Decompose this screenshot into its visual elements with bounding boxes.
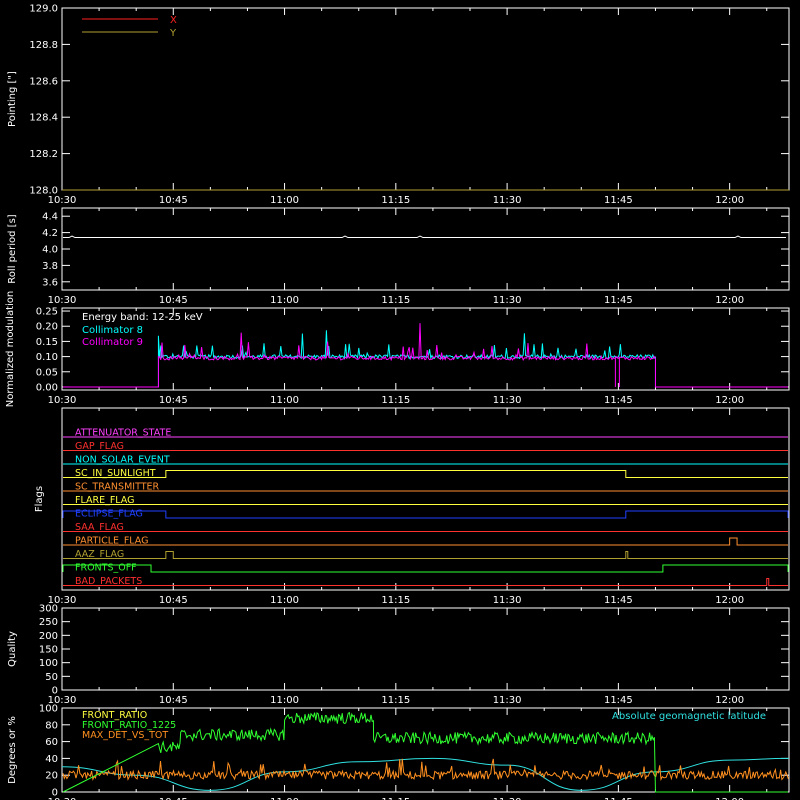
flag-label: BAD_PACKETS: [75, 576, 142, 587]
flags-x-tick-label: 11:45: [604, 595, 633, 606]
modulation-x-tick-label: 10:30: [48, 395, 77, 406]
roll_period-y-tick-label: 4.4: [42, 212, 58, 223]
ratios-y-tick-label: 40: [45, 754, 58, 765]
flag-label: GAP_FLAG: [75, 441, 124, 452]
ratios-y-axis-label: Degrees or %: [7, 716, 18, 784]
modulation-x-tick-label: 11:30: [493, 395, 522, 406]
quality-x-tick-label: 11:30: [493, 695, 522, 706]
pointing-legend-entry: X: [170, 15, 177, 26]
flags-x-tick-label: 11:15: [381, 595, 410, 606]
modulation-x-tick-label: 11:00: [270, 395, 299, 406]
roll_period-x-tick-label: 11:00: [270, 295, 299, 306]
roll_period-x-tick-label: 12:00: [715, 295, 744, 306]
multi-panel-figure: 10:30 10:45 11:00 11:15 11:30 11:45 12:00 128.0…: [0, 0, 800, 800]
roll_period-x-tick-label: 10:30: [48, 295, 77, 306]
modulation-y-tick-label: 0.05: [36, 367, 58, 378]
modulation-x-tick-label: 11:45: [604, 395, 633, 406]
pointing-legend-entry: Y: [169, 28, 177, 39]
pointing-y-axis-label: Pointing ["]: [7, 71, 18, 127]
pointing-x-tick-label: 11:00: [270, 195, 299, 206]
quality-y-tick-label: 200: [39, 631, 58, 642]
roll_period-y-tick-label: 3.8: [42, 261, 58, 272]
quality-x-tick-label: 11:15: [381, 695, 410, 706]
flag-label: PARTICLE_FLAG: [75, 536, 148, 547]
pointing-x-tick-label: 10:45: [159, 195, 188, 206]
modulation-x-tick-label: 12:00: [715, 395, 744, 406]
modulation-x-tick-label: 10:45: [159, 395, 188, 406]
pointing-x-tick-label: 11:30: [493, 195, 522, 206]
pointing-x-tick-label: 12:00: [715, 195, 744, 206]
modulation-legend-entry: Collimator 9: [82, 337, 143, 348]
pointing-y-tick-label: 128.8: [29, 40, 58, 51]
pointing-y-tick-label: 128.0: [29, 186, 58, 197]
flag-label: AAZ_FLAG: [75, 549, 124, 560]
quality-x-tick-label: 11:45: [604, 695, 633, 706]
roll_period-y-axis-label: Roll period [s]: [7, 214, 18, 283]
modulation-y-tick-label: 0.15: [36, 337, 58, 348]
roll_period-y-tick-label: 4.2: [42, 228, 58, 239]
flag-label: SAA_FLAG: [75, 522, 124, 533]
roll_period-y-tick-label: 3.6: [42, 277, 58, 288]
ratios-y-tick-label: 100: [39, 704, 58, 715]
quality-x-tick-label: 11:00: [270, 695, 299, 706]
quality-y-tick-label: 50: [45, 672, 58, 683]
modulation-y-tick-label: 0.20: [36, 322, 58, 333]
quality-x-tick-label: 10:45: [159, 695, 188, 706]
ratios-right-label: Absolute geomagnetic latitude: [612, 711, 766, 722]
modulation-y-tick-label: 0.00: [36, 382, 58, 393]
flag-label: ECLIPSE_FLAG: [75, 509, 143, 520]
flags-y-axis-label: Flags: [34, 486, 45, 512]
flag-label: SC_TRANSMITTER: [75, 482, 160, 493]
roll_period-x-tick-label: 11:30: [493, 295, 522, 306]
modulation-y-tick-label: 0.25: [36, 307, 58, 318]
quality-y-tick-label: 150: [39, 645, 58, 656]
modulation-y-axis-label: Normalized modulation: [5, 291, 16, 408]
roll_period-x-tick-label: 11:15: [381, 295, 410, 306]
quality-y-tick-label: 300: [39, 604, 58, 615]
flags-x-tick-label: 11:30: [493, 595, 522, 606]
flag-label: FRONTS_OFF: [75, 563, 137, 574]
modulation-annotation: Energy band: 12-25 keV: [82, 312, 203, 323]
ratios-y-tick-label: 60: [45, 737, 58, 748]
quality-x-tick-label: 12:00: [715, 695, 744, 706]
pointing-y-tick-label: 128.2: [29, 149, 58, 160]
pointing-y-tick-label: 129.0: [29, 4, 58, 15]
ratios-legend-entry: MAX_DET_VS_TOT: [82, 730, 168, 741]
quality-y-tick-label: 100: [39, 658, 58, 669]
flag-label: NON_SOLAR_EVENT: [75, 455, 170, 466]
ratios-y-tick-label: 80: [45, 720, 58, 731]
pointing-x-tick-label: 10:30: [48, 195, 77, 206]
quality-y-tick-label: 0: [52, 686, 58, 697]
pointing-x-tick-label: 11:45: [604, 195, 633, 206]
ratios-y-tick-label: 20: [45, 771, 58, 782]
ratios-y-tick-label: 0: [52, 788, 58, 799]
modulation-x-tick-label: 11:15: [381, 395, 410, 406]
flag-label: FLARE_FLAG: [75, 495, 135, 506]
quality-y-tick-label: 250: [39, 617, 58, 628]
flags-x-tick-label: 11:00: [270, 595, 299, 606]
modulation-y-tick-label: 0.10: [36, 352, 58, 363]
roll_period-y-tick-label: 4.0: [42, 245, 58, 256]
pointing-x-tick-label: 11:15: [381, 195, 410, 206]
pointing-y-tick-label: 128.4: [29, 113, 58, 124]
pointing-y-tick-label: 128.6: [29, 76, 58, 87]
flag-label: SC_IN_SUNLIGHT: [75, 468, 156, 479]
flags-x-tick-label: 12:00: [715, 595, 744, 606]
modulation-legend-entry: Collimator 8: [82, 325, 143, 336]
flag-label: ATTENUATOR_STATE: [75, 428, 171, 439]
roll_period-x-tick-label: 11:45: [604, 295, 633, 306]
flags-x-tick-label: 10:45: [159, 595, 188, 606]
roll_period-x-tick-label: 10:45: [159, 295, 188, 306]
quality-y-axis-label: Quality: [7, 631, 18, 667]
